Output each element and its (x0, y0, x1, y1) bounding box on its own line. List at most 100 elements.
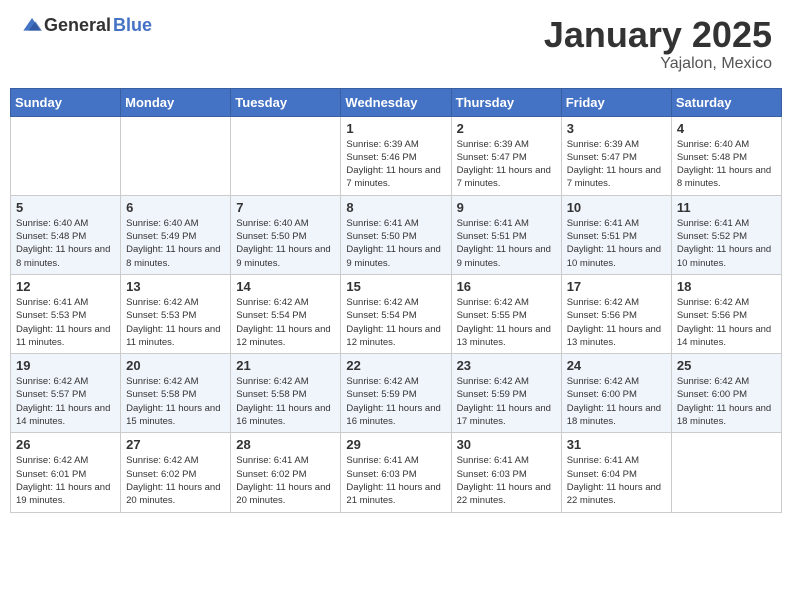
calendar-cell: 5 Sunrise: 6:40 AM Sunset: 5:48 PM Daylig… (11, 195, 121, 274)
calendar-cell: 11 Sunrise: 6:41 AM Sunset: 5:52 PM Dayli… (671, 195, 781, 274)
day-detail: Sunrise: 6:39 AM Sunset: 5:47 PM Dayligh… (567, 138, 666, 191)
weekday-header-friday: Friday (561, 88, 671, 116)
day-number: 16 (457, 279, 556, 294)
day-number: 25 (677, 358, 776, 373)
day-number: 18 (677, 279, 776, 294)
calendar-cell: 30 Sunrise: 6:41 AM Sunset: 6:03 PM Dayli… (451, 433, 561, 512)
day-detail: Sunrise: 6:42 AM Sunset: 5:59 PM Dayligh… (346, 375, 445, 428)
logo-general: General (44, 15, 111, 36)
calendar-cell: 2Sunrise: 6:39 AM Sunset: 5:47 PM Daylig… (451, 116, 561, 195)
day-detail: Sunrise: 6:42 AM Sunset: 6:00 PM Dayligh… (677, 375, 776, 428)
month-title: January 2025 (544, 15, 772, 55)
day-detail: Sunrise: 6:41 AM Sunset: 5:50 PM Dayligh… (346, 217, 445, 270)
calendar-cell: 28 Sunrise: 6:41 AM Sunset: 6:02 PM Dayli… (231, 433, 341, 512)
day-number: 1 (346, 121, 445, 136)
day-detail: Sunrise: 6:42 AM Sunset: 5:56 PM Dayligh… (677, 296, 776, 349)
location-title: Yajalon, Mexico (544, 55, 772, 73)
day-detail: Sunrise: 6:42 AM Sunset: 6:02 PM Dayligh… (126, 454, 225, 507)
day-detail: Sunrise: 6:41 AM Sunset: 5:51 PM Dayligh… (567, 217, 666, 270)
weekday-header-sunday: Sunday (11, 88, 121, 116)
day-detail: Sunrise: 6:41 AM Sunset: 5:51 PM Dayligh… (457, 217, 556, 270)
calendar-cell: 29 Sunrise: 6:41 AM Sunset: 6:03 PM Dayli… (341, 433, 451, 512)
day-number: 24 (567, 358, 666, 373)
day-number: 21 (236, 358, 335, 373)
day-detail: Sunrise: 6:42 AM Sunset: 5:54 PM Dayligh… (236, 296, 335, 349)
weekday-header-monday: Monday (121, 88, 231, 116)
weekday-header-row: SundayMondayTuesdayWednesdayThursdayFrid… (11, 88, 782, 116)
day-detail: Sunrise: 6:42 AM Sunset: 5:56 PM Dayligh… (567, 296, 666, 349)
day-number: 29 (346, 437, 445, 452)
day-detail: Sunrise: 6:42 AM Sunset: 5:58 PM Dayligh… (236, 375, 335, 428)
day-number: 26 (16, 437, 115, 452)
day-detail: Sunrise: 6:40 AM Sunset: 5:50 PM Dayligh… (236, 217, 335, 270)
day-detail: Sunrise: 6:42 AM Sunset: 5:54 PM Dayligh… (346, 296, 445, 349)
calendar-week-row: 1Sunrise: 6:39 AM Sunset: 5:46 PM Daylig… (11, 116, 782, 195)
day-number: 9 (457, 200, 556, 215)
calendar-cell: 10 Sunrise: 6:41 AM Sunset: 5:51 PM Dayli… (561, 195, 671, 274)
calendar-cell (231, 116, 341, 195)
day-number: 10 (567, 200, 666, 215)
weekday-header-tuesday: Tuesday (231, 88, 341, 116)
calendar-cell: 31Sunrise: 6:41 AM Sunset: 6:04 PM Dayli… (561, 433, 671, 512)
calendar-cell: 8 Sunrise: 6:41 AM Sunset: 5:50 PM Daylig… (341, 195, 451, 274)
weekday-header-wednesday: Wednesday (341, 88, 451, 116)
day-number: 28 (236, 437, 335, 452)
calendar-cell: 18 Sunrise: 6:42 AM Sunset: 5:56 PM Dayli… (671, 274, 781, 353)
logo-icon (22, 16, 42, 36)
day-number: 17 (567, 279, 666, 294)
day-number: 23 (457, 358, 556, 373)
title-block: January 2025 Yajalon, Mexico (544, 15, 772, 73)
calendar-cell (11, 116, 121, 195)
calendar-cell: 12 Sunrise: 6:41 AM Sunset: 5:53 PM Dayli… (11, 274, 121, 353)
calendar-cell: 14 Sunrise: 6:42 AM Sunset: 5:54 PM Dayli… (231, 274, 341, 353)
day-detail: Sunrise: 6:40 AM Sunset: 5:48 PM Dayligh… (16, 217, 115, 270)
page-header: General Blue January 2025 Yajalon, Mexic… (10, 10, 782, 78)
calendar-cell: 21 Sunrise: 6:42 AM Sunset: 5:58 PM Dayli… (231, 354, 341, 433)
weekday-header-saturday: Saturday (671, 88, 781, 116)
calendar-cell: 23Sunrise: 6:42 AM Sunset: 5:59 PM Dayli… (451, 354, 561, 433)
day-detail: Sunrise: 6:42 AM Sunset: 5:57 PM Dayligh… (16, 375, 115, 428)
day-number: 22 (346, 358, 445, 373)
calendar-cell: 15 Sunrise: 6:42 AM Sunset: 5:54 PM Dayli… (341, 274, 451, 353)
calendar-cell: 16 Sunrise: 6:42 AM Sunset: 5:55 PM Dayli… (451, 274, 561, 353)
calendar-cell: 7 Sunrise: 6:40 AM Sunset: 5:50 PM Daylig… (231, 195, 341, 274)
day-detail: Sunrise: 6:42 AM Sunset: 5:55 PM Dayligh… (457, 296, 556, 349)
calendar-cell: 3Sunrise: 6:39 AM Sunset: 5:47 PM Daylig… (561, 116, 671, 195)
weekday-header-thursday: Thursday (451, 88, 561, 116)
day-number: 30 (457, 437, 556, 452)
day-number: 19 (16, 358, 115, 373)
logo-blue: Blue (113, 15, 152, 36)
day-detail: Sunrise: 6:41 AM Sunset: 6:02 PM Dayligh… (236, 454, 335, 507)
calendar-cell: 4 Sunrise: 6:40 AM Sunset: 5:48 PM Daylig… (671, 116, 781, 195)
day-number: 15 (346, 279, 445, 294)
day-number: 5 (16, 200, 115, 215)
calendar-week-row: 19 Sunrise: 6:42 AM Sunset: 5:57 PM Dayli… (11, 354, 782, 433)
day-detail: Sunrise: 6:42 AM Sunset: 6:01 PM Dayligh… (16, 454, 115, 507)
day-detail: Sunrise: 6:41 AM Sunset: 6:03 PM Dayligh… (346, 454, 445, 507)
day-number: 7 (236, 200, 335, 215)
day-detail: Sunrise: 6:41 AM Sunset: 5:52 PM Dayligh… (677, 217, 776, 270)
day-number: 14 (236, 279, 335, 294)
day-number: 11 (677, 200, 776, 215)
day-number: 27 (126, 437, 225, 452)
day-number: 8 (346, 200, 445, 215)
calendar-week-row: 12 Sunrise: 6:41 AM Sunset: 5:53 PM Dayli… (11, 274, 782, 353)
day-detail: Sunrise: 6:41 AM Sunset: 6:03 PM Dayligh… (457, 454, 556, 507)
calendar-cell: 25 Sunrise: 6:42 AM Sunset: 6:00 PM Dayli… (671, 354, 781, 433)
calendar-cell: 6Sunrise: 6:40 AM Sunset: 5:49 PM Daylig… (121, 195, 231, 274)
day-detail: Sunrise: 6:40 AM Sunset: 5:49 PM Dayligh… (126, 217, 225, 270)
day-detail: Sunrise: 6:42 AM Sunset: 5:58 PM Dayligh… (126, 375, 225, 428)
day-detail: Sunrise: 6:40 AM Sunset: 5:48 PM Dayligh… (677, 138, 776, 191)
calendar-cell: 9 Sunrise: 6:41 AM Sunset: 5:51 PM Daylig… (451, 195, 561, 274)
calendar-cell: 20Sunrise: 6:42 AM Sunset: 5:58 PM Dayli… (121, 354, 231, 433)
day-number: 4 (677, 121, 776, 136)
calendar-cell: 26 Sunrise: 6:42 AM Sunset: 6:01 PM Dayli… (11, 433, 121, 512)
day-detail: Sunrise: 6:41 AM Sunset: 5:53 PM Dayligh… (16, 296, 115, 349)
logo: General Blue (20, 15, 152, 36)
day-number: 12 (16, 279, 115, 294)
calendar-cell: 19 Sunrise: 6:42 AM Sunset: 5:57 PM Dayli… (11, 354, 121, 433)
calendar-week-row: 5 Sunrise: 6:40 AM Sunset: 5:48 PM Daylig… (11, 195, 782, 274)
day-detail: Sunrise: 6:41 AM Sunset: 6:04 PM Dayligh… (567, 454, 666, 507)
calendar-cell: 13Sunrise: 6:42 AM Sunset: 5:53 PM Dayli… (121, 274, 231, 353)
calendar-cell: 24Sunrise: 6:42 AM Sunset: 6:00 PM Dayli… (561, 354, 671, 433)
